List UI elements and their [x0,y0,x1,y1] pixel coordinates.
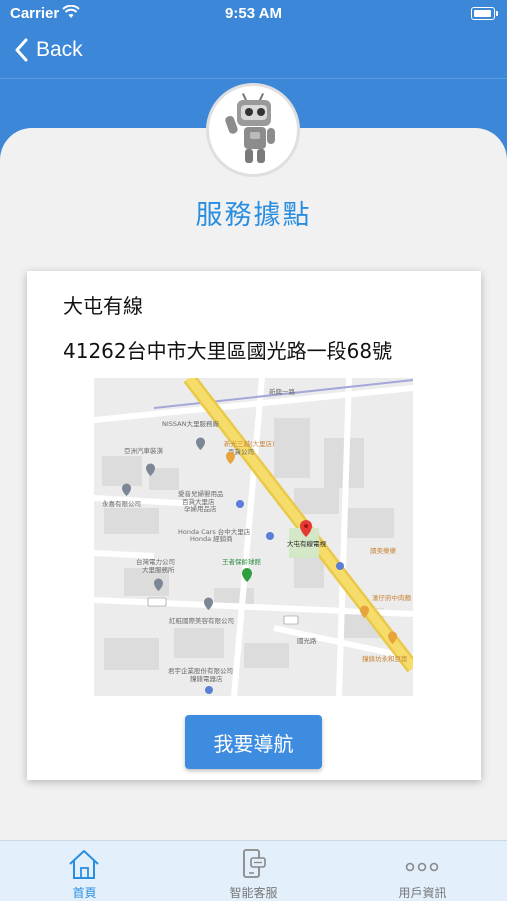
tab-label: 用戶資訊 [398,886,447,900]
back-button[interactable]: Back [14,38,83,62]
map-label: 新光三越(大里店) [224,439,275,448]
location-name: 大屯有線 [63,294,143,318]
map-label: 愛音兒婦嬰用品 [178,489,224,498]
tab-user-info[interactable]: 用戶資訊 [338,841,507,901]
robot-avatar [206,83,300,177]
location-address: 41262台中市大里區國光路一段68號 [63,339,393,363]
map-label: 君宇企業股份有限公司 [168,666,233,675]
map-label: 國光路 [297,636,317,645]
location-card: 大屯有線 41262台中市大里區國光路一段68號 NISSAN大里服務廠 亞洲汽… [27,271,481,780]
tab-label: 首頁 [72,886,97,900]
map-label: 鐘錶坊永和豆漿 [362,654,408,663]
map-pin-shop [236,500,244,508]
map-label: 紅粧國際美容有限公司 [169,616,234,625]
clock: 9:53 AM [225,5,282,22]
tab-bar: 首頁 智能客服 用戶資訊 [0,840,507,901]
more-icon [405,862,439,872]
map-label: 大屯有線電視 [287,539,327,548]
status-bar: Carrier 9:53 AM [0,0,507,30]
tab-label: 智能客服 [229,886,278,900]
map-label: 鐘錶電器店 [190,674,223,683]
tab-smart-service[interactable]: 智能客服 [169,841,338,901]
map-label: 新興一路 [269,387,296,396]
chat-phone-icon [243,849,266,878]
chevron-left-icon [15,38,28,62]
navigate-button[interactable]: 我要導航 [185,715,322,769]
map-pin-shop [266,532,274,540]
map-label: 王者保齡球館 [222,557,262,566]
location-map[interactable]: NISSAN大里服務廠 亞洲汽車裝潢 永喜有限公司 新興一路 愛音兒婦嬰用品 百… [94,378,413,696]
home-icon [69,850,99,879]
map-label: 亞洲汽車裝潢 [124,446,164,455]
map-label: 孕婦用品店 [184,504,217,513]
navigation-bar: Back [0,30,507,79]
map-pin-shop [205,686,213,694]
map-pin-shop [336,562,344,570]
back-label: Back [36,38,83,61]
map-label: 滙仔府中肉麵 [372,593,412,602]
map-label: 台灣電力公司 [136,557,175,566]
page-title: 服務據點 [195,200,312,231]
map-label: 永喜有限公司 [102,499,141,508]
map-label: Honda 經銷商 [190,534,233,543]
tab-home[interactable]: 首頁 [0,841,169,901]
map-label: NISSAN大里服務廠 [162,419,219,428]
battery-icon [471,7,498,20]
map-label: 大里服務所 [142,565,175,574]
map-label: 讀美樂樂 [370,546,397,555]
